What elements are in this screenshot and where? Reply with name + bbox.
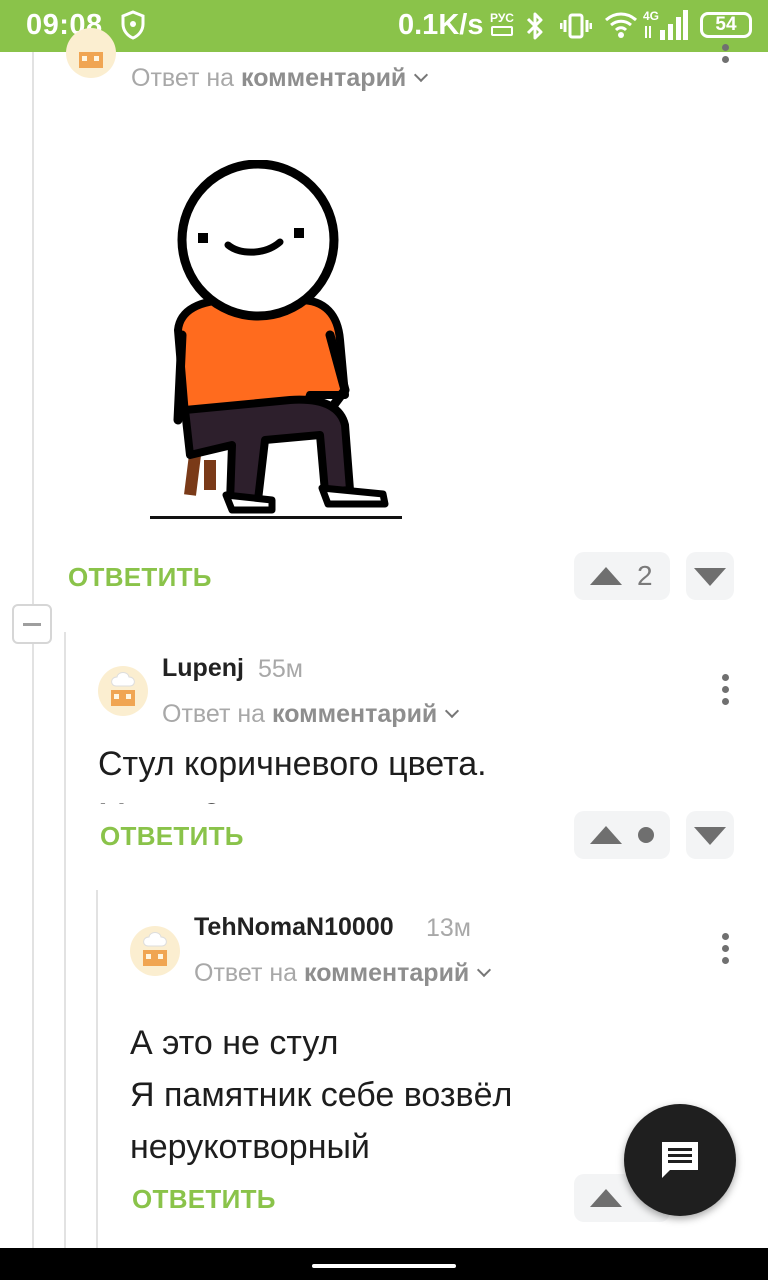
comment-text-line: А это не стул [130, 1024, 339, 1062]
reply-target: комментарий [272, 700, 438, 728]
comment-author[interactable]: TehNomaN10000 [194, 913, 394, 942]
reply-button[interactable]: ОТВЕТИТЬ [132, 1184, 276, 1215]
downvote-button[interactable] [686, 811, 734, 859]
comment-icon [662, 1142, 698, 1178]
reply-to-link[interactable]: Ответ на комментарий [194, 959, 492, 988]
comment-image[interactable] [140, 160, 410, 530]
downvote-icon [694, 568, 726, 586]
reply-to-link[interactable]: Ответ на комментарий [162, 700, 460, 729]
chevron-down-icon [414, 67, 429, 83]
chevron-down-icon [477, 962, 492, 978]
reply-prefix: Ответ на [131, 64, 235, 92]
upvote-button[interactable]: 2 [574, 552, 670, 600]
more-options-icon[interactable] [722, 44, 730, 76]
avatar[interactable] [66, 28, 116, 78]
upvote-button[interactable] [574, 811, 670, 859]
upvote-icon [590, 1189, 622, 1207]
reply-button[interactable]: ОТВЕТИТЬ [68, 562, 212, 593]
comment-text-line: Я памятник себе возвёл [130, 1076, 513, 1114]
reply-target: комментарий [241, 64, 407, 92]
chevron-down-icon [445, 703, 460, 719]
chef-hat-avatar-icon [143, 932, 167, 966]
comment-time: 55м [258, 655, 303, 683]
new-comment-fab[interactable] [624, 1104, 736, 1216]
vibrate-icon [560, 13, 592, 39]
thread-line [64, 632, 66, 1248]
signal-icon [645, 10, 688, 40]
comment-author[interactable]: Lupenj [162, 654, 244, 683]
comment-time: 13м [426, 914, 471, 942]
vote-count: 2 [637, 560, 653, 591]
comment-text-line: М... ... ? [98, 790, 221, 804]
more-options-icon[interactable] [722, 933, 730, 965]
thread-line [96, 890, 98, 1248]
avatar[interactable] [98, 666, 148, 716]
home-gesture-handle[interactable] [312, 1264, 456, 1268]
shield-icon [121, 10, 145, 40]
keyboard-language-icon: РУС [488, 12, 516, 40]
battery-indicator: 54 [700, 12, 752, 38]
avatar[interactable] [130, 926, 180, 976]
downvote-button[interactable] [686, 552, 734, 600]
reply-prefix: Ответ на [162, 700, 266, 728]
upvote-icon [590, 826, 622, 844]
reply-button[interactable]: ОТВЕТИТЬ [100, 821, 244, 852]
vote-hidden-dot [638, 827, 654, 843]
more-options-icon[interactable] [722, 674, 730, 706]
thread-line [32, 644, 34, 1248]
bluetooth-icon [526, 12, 543, 40]
wifi-icon [605, 12, 637, 38]
reply-prefix: Ответ на [194, 959, 298, 987]
chef-hat-avatar-icon [79, 52, 103, 68]
comment-text-line: нерукотворный [130, 1128, 370, 1166]
downvote-icon [694, 827, 726, 845]
keyboard-language: РУС [490, 11, 514, 25]
navigation-bar [0, 1248, 768, 1280]
reply-target: комментарий [304, 959, 470, 987]
chef-hat-avatar-icon [111, 672, 135, 706]
thread-line [32, 52, 34, 604]
status-bar: 09:08 0.1K/s РУС 4G 54 [0, 0, 768, 52]
comment-text-collapsed[interactable]: Стул коричневого цвета. М... ... ? [98, 738, 658, 804]
upvote-icon [590, 567, 622, 585]
comment-text-line: Стул коричневого цвета. [98, 745, 487, 783]
network-speed: 0.1K/s [398, 9, 484, 41]
reply-to-link[interactable]: Ответ на комментарий [131, 64, 429, 93]
collapse-thread-button[interactable] [12, 604, 52, 644]
